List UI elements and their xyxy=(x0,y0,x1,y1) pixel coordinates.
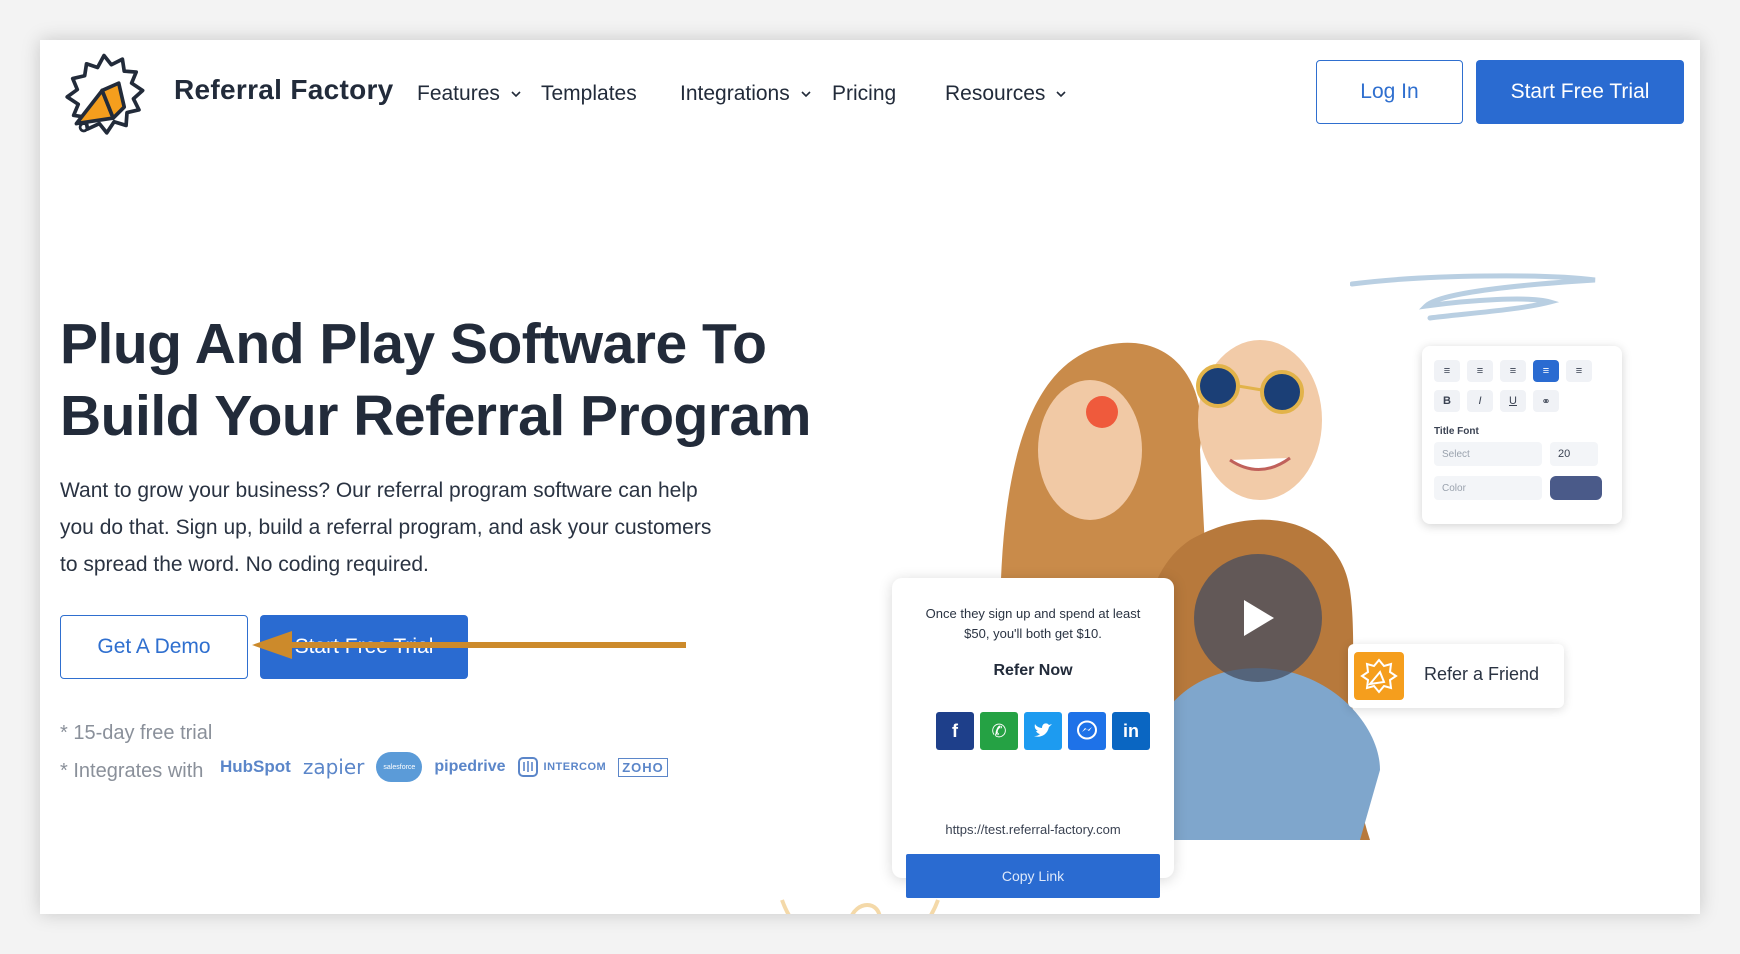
facebook-icon[interactable]: f xyxy=(936,712,974,750)
annotation-arrow-icon xyxy=(252,631,686,659)
pipedrive-logo: pipedrive xyxy=(434,758,506,775)
nav-integrations-label: Integrations xyxy=(680,82,790,105)
hero-title-line1: Plug And Play Software To xyxy=(60,312,767,376)
copy-link-button[interactable]: Copy Link xyxy=(906,854,1160,898)
megaphone-icon xyxy=(1354,652,1404,700)
hero-description: Want to grow your business? Our referral… xyxy=(60,479,712,576)
nav-resources[interactable]: Resources xyxy=(945,82,1067,106)
nav-features-label: Features xyxy=(417,82,500,105)
referral-url[interactable]: https://test.referral-factory.com xyxy=(892,822,1174,837)
font-size-select[interactable]: 20 xyxy=(1550,442,1598,466)
zapier-logo: zapier xyxy=(302,755,365,779)
logo[interactable] xyxy=(58,50,150,142)
start-free-trial-nav-button[interactable]: Start Free Trial xyxy=(1476,60,1684,124)
align-right-icon[interactable]: ≡ xyxy=(1566,360,1592,382)
zoho-logo: ZOHO xyxy=(618,757,668,777)
chevron-down-icon xyxy=(1056,91,1066,98)
bold-button[interactable]: B xyxy=(1434,390,1460,412)
color-swatch[interactable] xyxy=(1550,476,1602,500)
nav-templates[interactable]: Templates xyxy=(541,82,637,106)
integration-logos: HubSpot zapier salesforce pipedrive INTE… xyxy=(220,752,668,782)
nav-resources-label: Resources xyxy=(945,82,1046,105)
font-select[interactable]: Select xyxy=(1434,442,1542,466)
italic-button[interactable]: I xyxy=(1467,390,1493,412)
page-frame: Referral Factory Features Templates Inte… xyxy=(40,40,1700,914)
integrations-note: * Integrates with xyxy=(60,760,204,782)
hubspot-logo: HubSpot xyxy=(220,757,291,776)
format-toolbar: B I U ⚭ xyxy=(1434,390,1559,412)
color-field[interactable]: Color xyxy=(1434,476,1542,500)
nav-pricing-label: Pricing xyxy=(832,82,897,105)
alignment-toolbar: ≡ ≡ ≡ ≡ ≡ xyxy=(1434,360,1592,382)
refer-a-friend-button[interactable]: Refer a Friend xyxy=(1348,644,1564,708)
linkedin-icon[interactable]: in xyxy=(1112,712,1150,750)
refer-card-message: Once they sign up and spend at least $50… xyxy=(925,606,1141,641)
chevron-down-icon xyxy=(511,91,521,98)
align-justify-icon[interactable]: ≡ xyxy=(1434,360,1460,382)
brand-name[interactable]: Referral Factory xyxy=(174,74,394,106)
whatsapp-icon[interactable]: ✆ xyxy=(980,712,1018,750)
twitter-icon[interactable] xyxy=(1024,712,1062,750)
refer-a-friend-label: Refer a Friend xyxy=(1424,664,1540,684)
play-icon xyxy=(1244,600,1274,636)
get-a-demo-button[interactable]: Get A Demo xyxy=(60,615,248,679)
text-editor-card: ≡ ≡ ≡ ≡ ≡ B I U ⚭ Title Font Select 20 C… xyxy=(1422,346,1622,524)
intercom-logo: INTERCOM xyxy=(517,757,607,777)
nav-features[interactable]: Features xyxy=(417,82,522,106)
refer-card-title: Refer Now xyxy=(993,662,1073,679)
megaphone-logo-icon xyxy=(65,53,145,135)
social-share-row: f ✆ in xyxy=(936,712,1150,750)
align-center-justify-icon[interactable]: ≡ xyxy=(1467,360,1493,382)
login-button[interactable]: Log In xyxy=(1316,60,1463,124)
free-trial-note: * 15-day free trial xyxy=(60,722,213,744)
scribble-decoration xyxy=(1350,273,1596,321)
align-center-icon[interactable]: ≡ xyxy=(1533,360,1559,382)
nav-templates-label: Templates xyxy=(541,82,637,105)
intercom-icon xyxy=(517,757,538,777)
hero-title: Plug And Play Software To Build Your Ref… xyxy=(60,308,820,452)
refer-now-card: Once they sign up and spend at least $50… xyxy=(892,578,1174,898)
messenger-icon[interactable] xyxy=(1068,712,1106,750)
underline-button[interactable]: U xyxy=(1500,390,1526,412)
curl-decoration xyxy=(780,899,940,914)
intercom-label: INTERCOM xyxy=(543,761,607,773)
nav-integrations[interactable]: Integrations xyxy=(680,82,812,106)
link-icon[interactable]: ⚭ xyxy=(1533,390,1559,412)
hero-title-line2: Build Your Referral Program xyxy=(60,384,811,448)
align-left-icon[interactable]: ≡ xyxy=(1500,360,1526,382)
title-font-label: Title Font xyxy=(1434,426,1479,437)
chevron-down-icon xyxy=(801,91,811,98)
video-play-button[interactable] xyxy=(1194,554,1322,682)
salesforce-logo: salesforce xyxy=(376,752,423,782)
nav-pricing[interactable]: Pricing xyxy=(832,82,896,106)
